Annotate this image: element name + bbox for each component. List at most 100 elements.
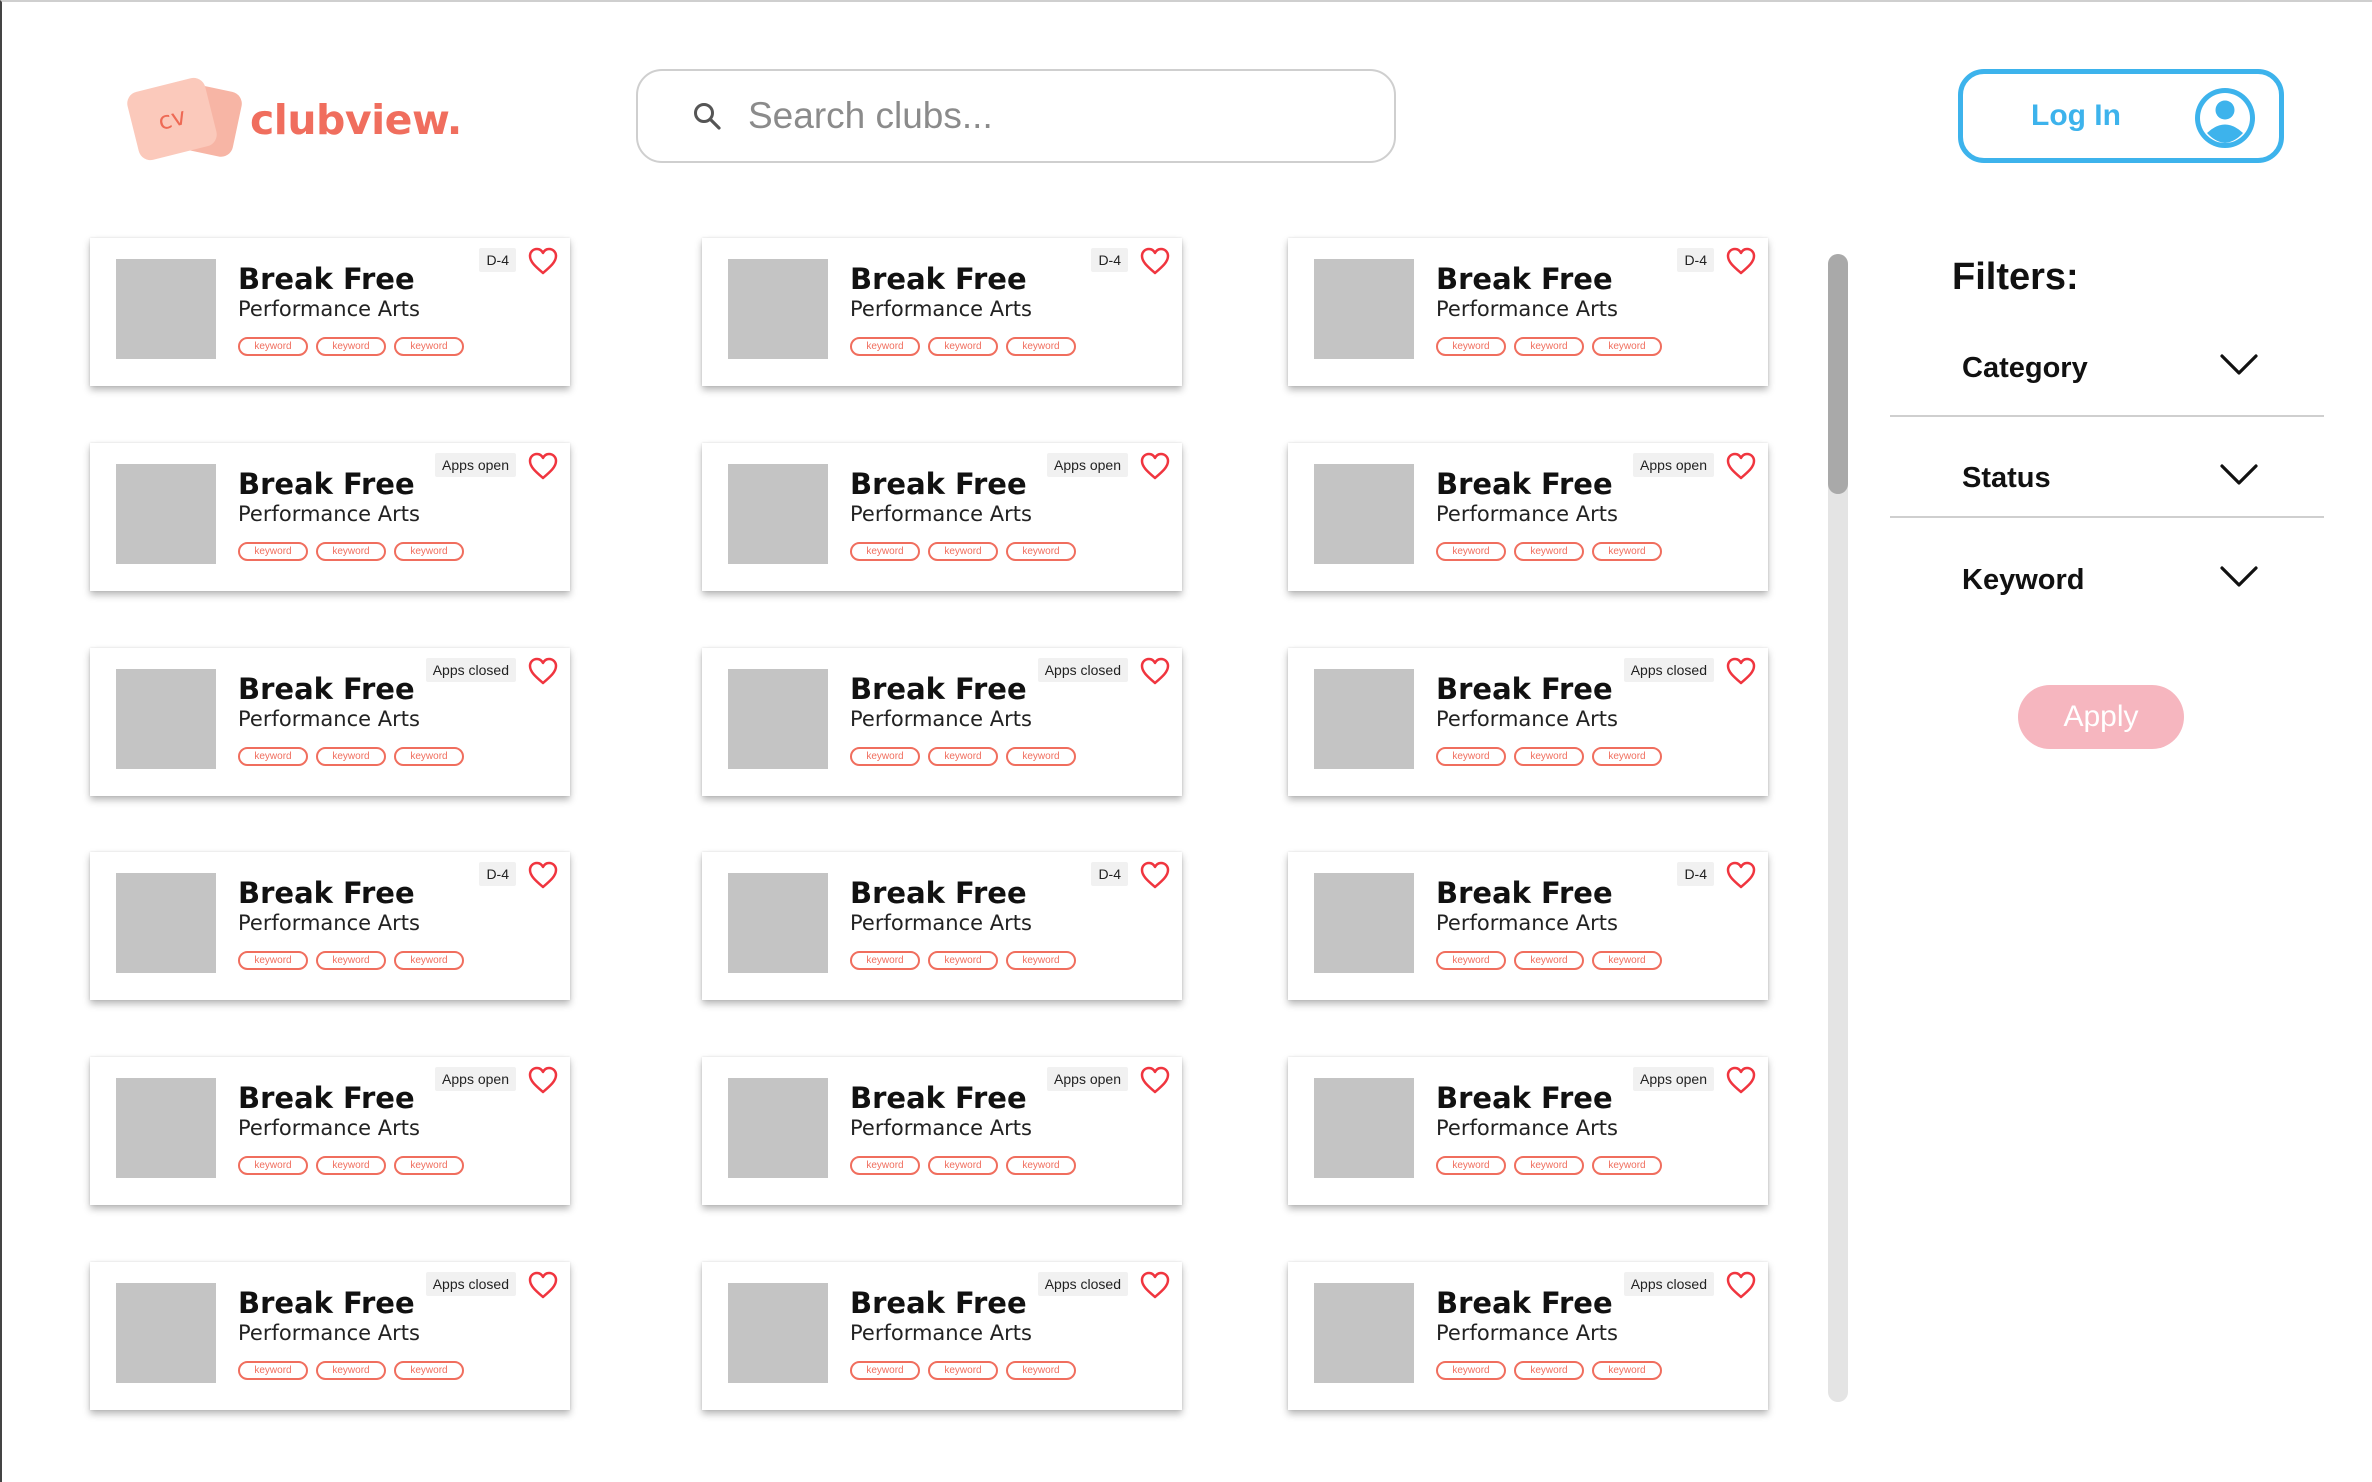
- keyword-tag[interactable]: keyword: [1514, 1361, 1584, 1380]
- keyword-tag[interactable]: keyword: [394, 1361, 464, 1380]
- heart-icon[interactable]: [1726, 657, 1756, 685]
- login-button[interactable]: Log In: [1958, 69, 2284, 163]
- keyword-tag[interactable]: keyword: [394, 951, 464, 970]
- keyword-tag[interactable]: keyword: [1006, 951, 1076, 970]
- keyword-tag[interactable]: keyword: [238, 951, 308, 970]
- keyword-tag[interactable]: keyword: [1514, 747, 1584, 766]
- keyword-tag[interactable]: keyword: [928, 1361, 998, 1380]
- heart-icon[interactable]: [528, 1271, 558, 1299]
- keyword-tag[interactable]: keyword: [316, 542, 386, 561]
- scrollbar-thumb[interactable]: [1828, 254, 1848, 494]
- club-card[interactable]: Break Free Performance Arts keyword keywo…: [702, 443, 1182, 591]
- filter-category[interactable]: Category: [1890, 342, 2324, 442]
- club-card[interactable]: Break Free Performance Arts keyword keywo…: [90, 443, 570, 591]
- keyword-tag[interactable]: keyword: [928, 1156, 998, 1175]
- club-card[interactable]: Break Free Performance Arts keyword keywo…: [90, 852, 570, 1000]
- keyword-tag[interactable]: keyword: [394, 1156, 464, 1175]
- chevron-down-icon[interactable]: [2220, 566, 2258, 588]
- club-card[interactable]: Break Free Performance Arts keyword keywo…: [90, 238, 570, 386]
- chevron-down-icon[interactable]: [2220, 354, 2258, 376]
- heart-icon[interactable]: [1140, 1066, 1170, 1094]
- keyword-tag[interactable]: keyword: [1436, 951, 1506, 970]
- keyword-tag[interactable]: keyword: [238, 1156, 308, 1175]
- scrollbar-track[interactable]: [1828, 254, 1848, 1402]
- keyword-tag[interactable]: keyword: [316, 337, 386, 356]
- apply-button[interactable]: Apply: [2018, 685, 2184, 749]
- keyword-tag[interactable]: keyword: [1592, 1361, 1662, 1380]
- keyword-tag[interactable]: keyword: [1514, 951, 1584, 970]
- keyword-tag[interactable]: keyword: [1514, 1156, 1584, 1175]
- keyword-tag[interactable]: keyword: [850, 747, 920, 766]
- heart-icon[interactable]: [1726, 861, 1756, 889]
- keyword-tag[interactable]: keyword: [1436, 1156, 1506, 1175]
- club-card[interactable]: Break Free Performance Arts keyword keywo…: [1288, 1262, 1768, 1410]
- keyword-tag[interactable]: keyword: [1006, 1361, 1076, 1380]
- heart-icon[interactable]: [528, 1066, 558, 1094]
- heart-icon[interactable]: [1726, 1066, 1756, 1094]
- search-input[interactable]: [748, 95, 1348, 137]
- heart-icon[interactable]: [528, 861, 558, 889]
- club-card[interactable]: Break Free Performance Arts keyword keywo…: [702, 1262, 1182, 1410]
- keyword-tag[interactable]: keyword: [850, 1361, 920, 1380]
- keyword-tag[interactable]: keyword: [850, 542, 920, 561]
- keyword-tag[interactable]: keyword: [928, 951, 998, 970]
- heart-icon[interactable]: [1726, 247, 1756, 275]
- keyword-tag[interactable]: keyword: [316, 747, 386, 766]
- keyword-tag[interactable]: keyword: [238, 337, 308, 356]
- keyword-tag[interactable]: keyword: [1592, 747, 1662, 766]
- keyword-tag[interactable]: keyword: [394, 337, 464, 356]
- keyword-tag[interactable]: keyword: [1006, 1156, 1076, 1175]
- heart-icon[interactable]: [1140, 861, 1170, 889]
- keyword-tag[interactable]: keyword: [238, 747, 308, 766]
- keyword-tag[interactable]: keyword: [850, 951, 920, 970]
- keyword-tag[interactable]: keyword: [850, 337, 920, 356]
- keyword-tag[interactable]: keyword: [238, 542, 308, 561]
- keyword-tag[interactable]: keyword: [850, 1156, 920, 1175]
- keyword-tag[interactable]: keyword: [1436, 747, 1506, 766]
- keyword-tag[interactable]: keyword: [1006, 747, 1076, 766]
- keyword-tag[interactable]: keyword: [1592, 337, 1662, 356]
- keyword-tag[interactable]: keyword: [1592, 951, 1662, 970]
- keyword-tag[interactable]: keyword: [316, 1361, 386, 1380]
- heart-icon[interactable]: [1140, 1271, 1170, 1299]
- club-card[interactable]: Break Free Performance Arts keyword keywo…: [1288, 443, 1768, 591]
- club-card[interactable]: Break Free Performance Arts keyword keywo…: [90, 648, 570, 796]
- keyword-tag[interactable]: keyword: [928, 337, 998, 356]
- app-logo[interactable]: cv clubview.: [124, 75, 462, 166]
- keyword-tag[interactable]: keyword: [1592, 1156, 1662, 1175]
- keyword-tag[interactable]: keyword: [394, 747, 464, 766]
- keyword-tag[interactable]: keyword: [1436, 542, 1506, 561]
- club-card[interactable]: Break Free Performance Arts keyword keywo…: [702, 648, 1182, 796]
- keyword-tag[interactable]: keyword: [1006, 337, 1076, 356]
- heart-icon[interactable]: [1726, 1271, 1756, 1299]
- keyword-tag[interactable]: keyword: [316, 951, 386, 970]
- club-card[interactable]: Break Free Performance Arts keyword keywo…: [702, 238, 1182, 386]
- keyword-tag[interactable]: keyword: [1592, 542, 1662, 561]
- filter-status[interactable]: Status: [1890, 452, 2324, 552]
- club-card[interactable]: Break Free Performance Arts keyword keywo…: [1288, 648, 1768, 796]
- heart-icon[interactable]: [1140, 247, 1170, 275]
- filter-keyword[interactable]: Keyword: [1890, 554, 2324, 654]
- heart-icon[interactable]: [1140, 657, 1170, 685]
- keyword-tag[interactable]: keyword: [1436, 1361, 1506, 1380]
- keyword-tag[interactable]: keyword: [316, 1156, 386, 1175]
- chevron-down-icon[interactable]: [2220, 464, 2258, 486]
- keyword-tag[interactable]: keyword: [928, 542, 998, 561]
- keyword-tag[interactable]: keyword: [394, 542, 464, 561]
- heart-icon[interactable]: [528, 452, 558, 480]
- heart-icon[interactable]: [528, 247, 558, 275]
- keyword-tag[interactable]: keyword: [928, 747, 998, 766]
- heart-icon[interactable]: [1726, 452, 1756, 480]
- keyword-tag[interactable]: keyword: [1514, 542, 1584, 561]
- keyword-tag[interactable]: keyword: [1436, 337, 1506, 356]
- club-card[interactable]: Break Free Performance Arts keyword keywo…: [702, 1057, 1182, 1205]
- club-card[interactable]: Break Free Performance Arts keyword keywo…: [702, 852, 1182, 1000]
- keyword-tag[interactable]: keyword: [238, 1361, 308, 1380]
- heart-icon[interactable]: [528, 657, 558, 685]
- heart-icon[interactable]: [1140, 452, 1170, 480]
- club-card[interactable]: Break Free Performance Arts keyword keywo…: [1288, 1057, 1768, 1205]
- search-bar[interactable]: [636, 69, 1396, 163]
- club-card[interactable]: Break Free Performance Arts keyword keywo…: [90, 1262, 570, 1410]
- club-card[interactable]: Break Free Performance Arts keyword keywo…: [90, 1057, 570, 1205]
- keyword-tag[interactable]: keyword: [1006, 542, 1076, 561]
